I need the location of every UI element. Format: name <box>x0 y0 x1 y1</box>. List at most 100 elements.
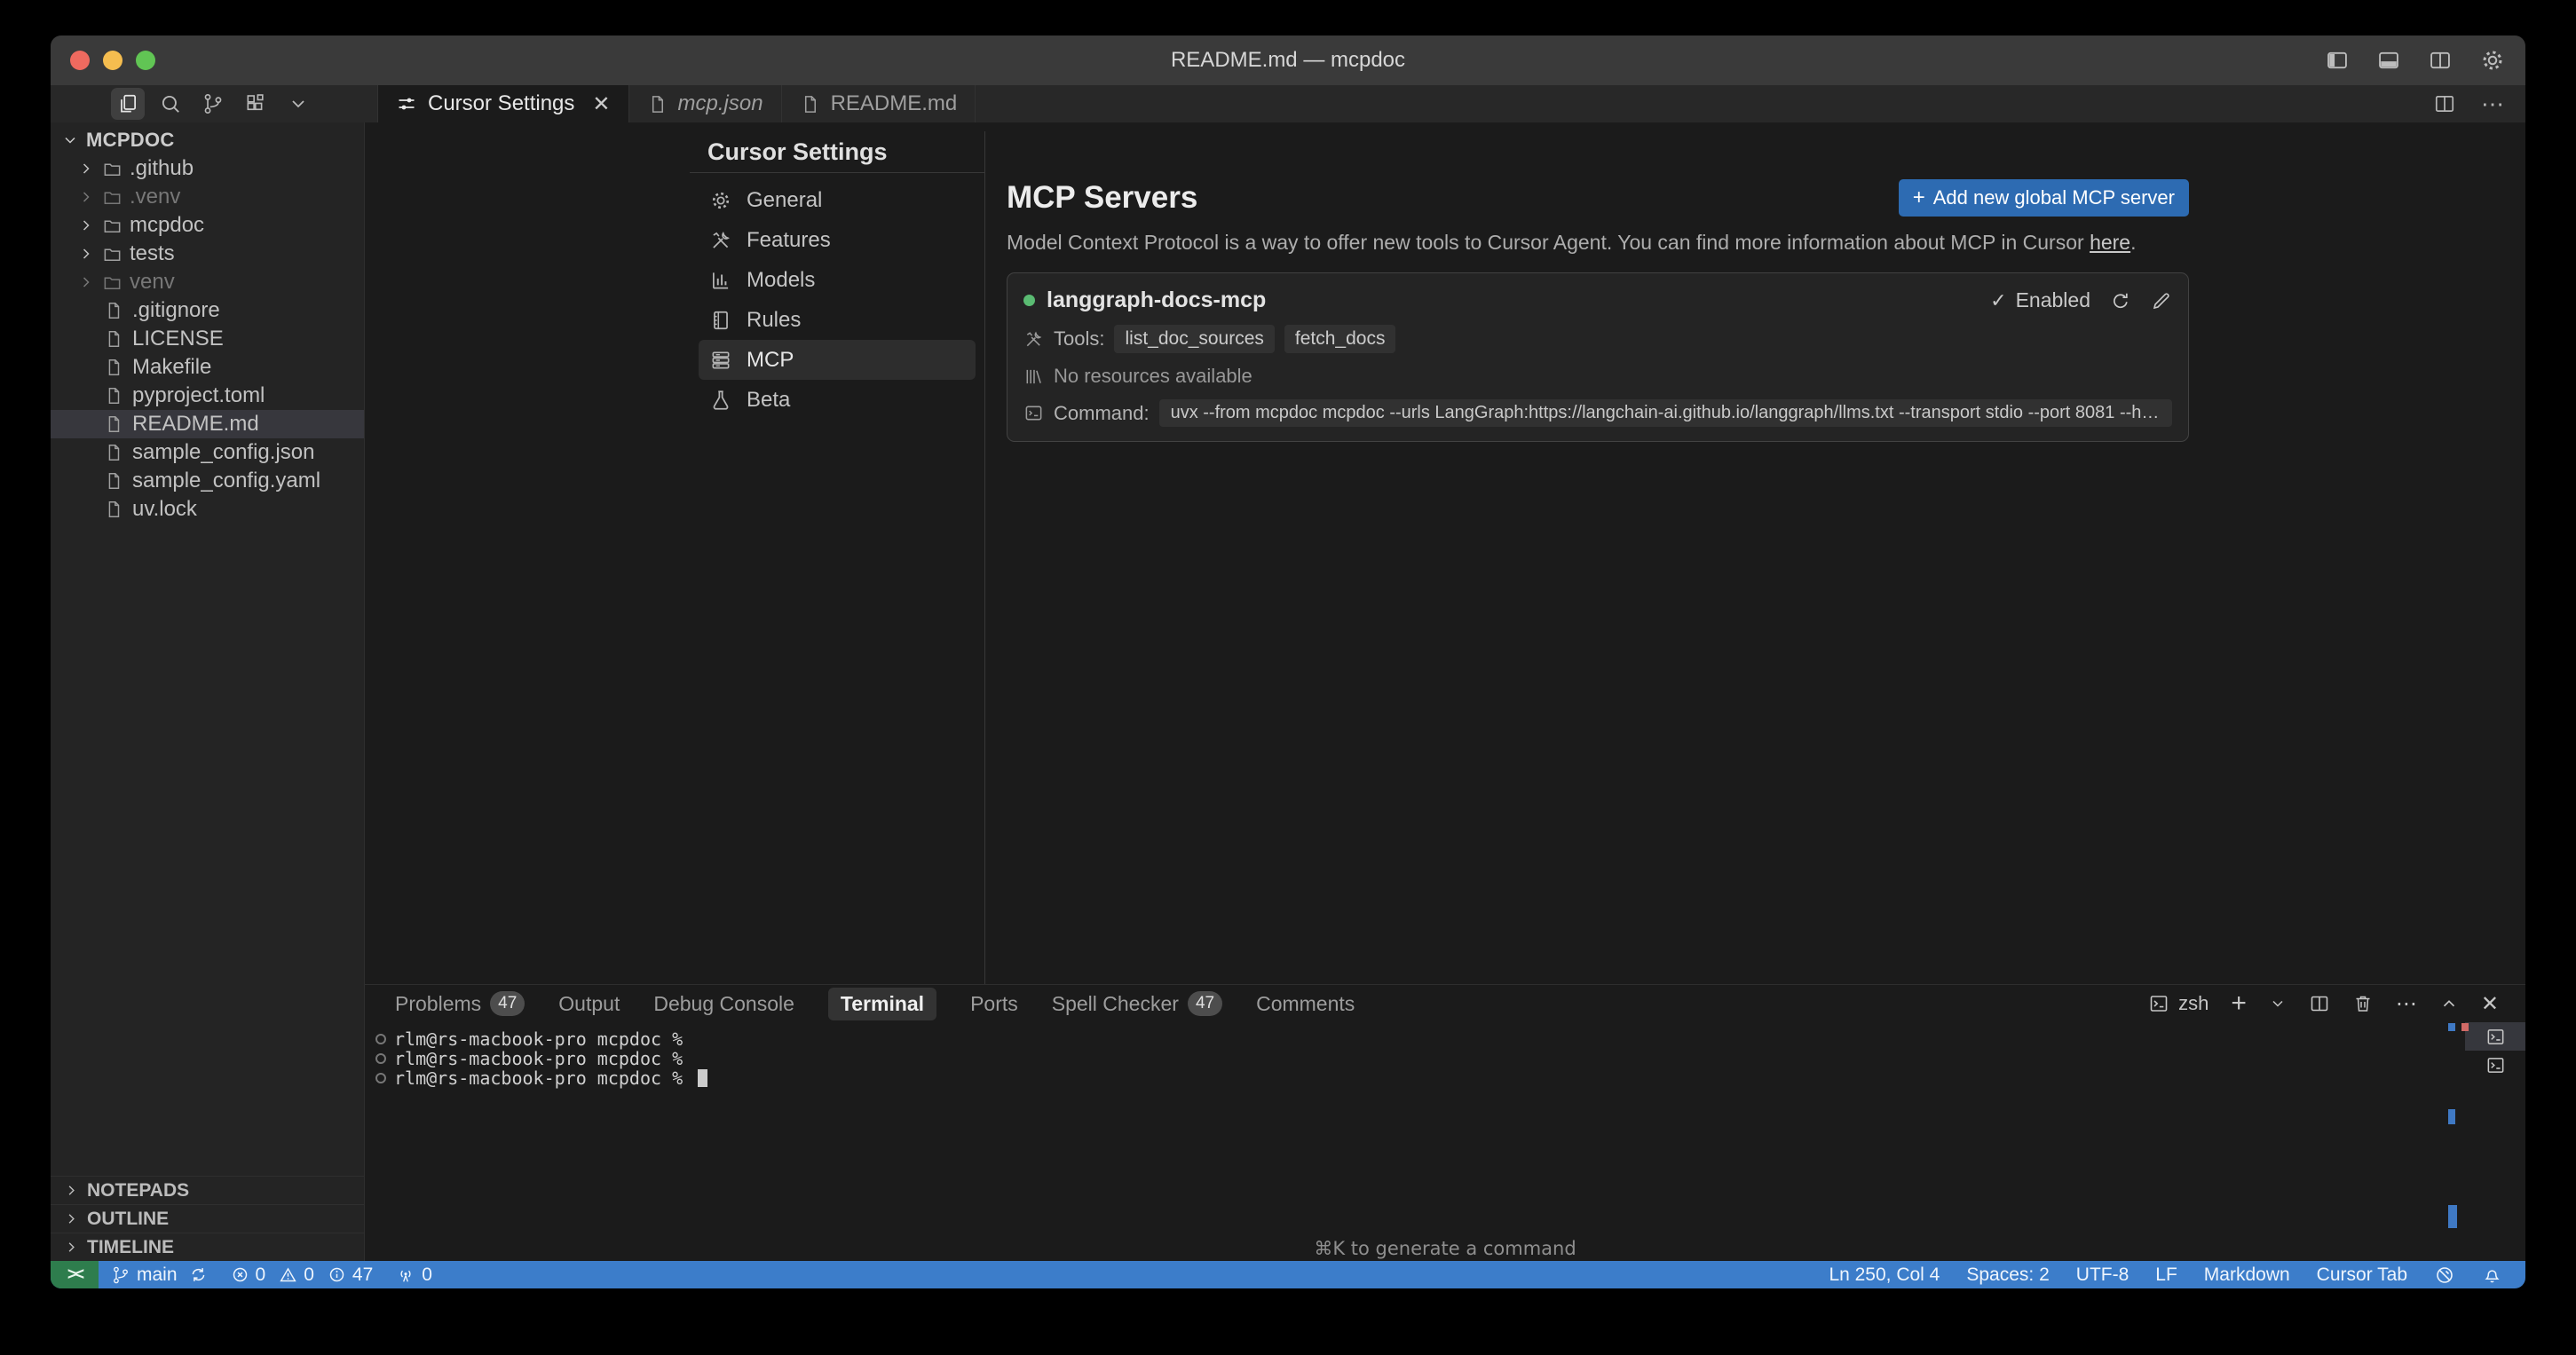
cursor-tab-toggle[interactable]: Cursor Tab <box>2317 1264 2407 1286</box>
overview-ruler-mark <box>2448 1109 2455 1124</box>
chevron-down-icon[interactable] <box>281 88 315 120</box>
panel-tab-debug-console[interactable]: Debug Console <box>653 992 794 1016</box>
chevron-right-icon <box>77 273 95 291</box>
chevron-right-icon <box>77 245 95 263</box>
terminal-instance-list <box>2465 1022 2525 1235</box>
panel-tab-problems[interactable]: Problems47 <box>395 991 525 1016</box>
shell-indicator[interactable]: zsh <box>2148 992 2209 1015</box>
tree-item-mcpdoc[interactable]: mcpdoc <box>51 211 364 240</box>
panel-tab-ports[interactable]: Ports <box>970 992 1018 1016</box>
git-branch-status[interactable]: main <box>111 1264 208 1286</box>
language-mode[interactable]: Markdown <box>2204 1264 2290 1286</box>
settings-nav-rules[interactable]: Rules <box>699 300 976 340</box>
tree-item-sample-config-yaml[interactable]: sample_config.yaml <box>51 467 364 495</box>
close-window-button[interactable] <box>70 51 90 70</box>
tree-item-venv[interactable]: venv <box>51 268 364 296</box>
indentation[interactable]: Spaces: 2 <box>1966 1264 2049 1286</box>
source-control-icon[interactable] <box>196 88 230 120</box>
tab-readme-md[interactable]: README.md <box>782 85 976 122</box>
section-notepads[interactable]: NOTEPADS <box>51 1176 364 1204</box>
panel-tab-comments[interactable]: Comments <box>1256 992 1355 1016</box>
split-terminal-icon[interactable] <box>2309 993 2330 1014</box>
folder-icon <box>102 216 122 236</box>
tree-item-venv-hidden[interactable]: .venv <box>51 183 364 211</box>
file-icon <box>800 94 820 114</box>
warning-icon <box>279 1265 297 1284</box>
server-status-dot <box>1023 295 1035 306</box>
close-panel-icon[interactable]: ✕ <box>2481 991 2499 1017</box>
enabled-label[interactable]: Enabled <box>2016 288 2090 312</box>
tree-item-uv-lock[interactable]: uv.lock <box>51 495 364 524</box>
scrollbar-thumb[interactable] <box>2448 1205 2457 1228</box>
mcp-servers-panel: MCP Servers + Add new global MCP server … <box>1007 131 2189 442</box>
more-actions-icon[interactable]: ⋯ <box>2396 991 2417 1017</box>
tree-item-pyproject[interactable]: pyproject.toml <box>51 382 364 410</box>
folder-icon <box>102 187 122 208</box>
problems-status[interactable]: 0 0 47 <box>231 1264 374 1286</box>
cursor-position[interactable]: Ln 250, Col 4 <box>1829 1264 1940 1286</box>
tree-item-makefile[interactable]: Makefile <box>51 353 364 382</box>
split-editor-icon[interactable] <box>2433 92 2456 115</box>
tree-item-gitignore[interactable]: .gitignore <box>51 296 364 325</box>
command-label: Command: <box>1054 402 1150 425</box>
bell-icon[interactable] <box>2482 1264 2502 1285</box>
toggle-primary-sidebar-icon[interactable] <box>2325 48 2350 73</box>
tree-item-github[interactable]: .github <box>51 154 364 183</box>
settings-nav-general[interactable]: General <box>699 180 976 220</box>
search-icon[interactable] <box>154 88 187 120</box>
tab-cursor-settings[interactable]: Cursor Settings ✕ <box>377 85 629 122</box>
tree-item-readme[interactable]: README.md <box>51 410 364 438</box>
section-outline[interactable]: OUTLINE <box>51 1204 364 1233</box>
explorer-icon[interactable] <box>111 88 145 120</box>
terminal-icon <box>2148 993 2169 1014</box>
more-actions-icon[interactable]: ⋯ <box>2481 91 2504 118</box>
tree-item-license[interactable]: LICENSE <box>51 325 364 353</box>
terminal-instance-item[interactable] <box>2465 1051 2525 1079</box>
prompt-circle-icon <box>375 1034 386 1044</box>
settings-gear-icon[interactable] <box>2479 47 2506 74</box>
settings-nav-models[interactable]: Models <box>699 260 976 300</box>
folder-icon <box>102 244 122 264</box>
chevron-right-icon <box>63 1239 80 1256</box>
extensions-icon[interactable] <box>239 88 273 120</box>
tools-icon <box>709 229 732 252</box>
terminal-output[interactable]: rlm@rs-macbook-pro mcpdoc % rlm@rs-macbo… <box>365 1022 2525 1235</box>
encoding[interactable]: UTF-8 <box>2076 1264 2130 1286</box>
section-timeline[interactable]: TIMELINE <box>51 1233 364 1261</box>
panel-tab-spell-checker[interactable]: Spell Checker47 <box>1052 991 1222 1016</box>
eol-sequence[interactable]: LF <box>2155 1264 2177 1286</box>
kill-terminal-trash-icon[interactable] <box>2352 993 2374 1014</box>
tree-root[interactable]: MCPDOC <box>51 126 364 154</box>
add-mcp-server-button[interactable]: + Add new global MCP server <box>1899 179 2189 217</box>
settings-nav-mcp[interactable]: MCP <box>699 340 976 380</box>
remote-indicator[interactable]: >< <box>51 1261 99 1288</box>
new-terminal-icon[interactable]: + <box>2231 990 2247 1017</box>
refresh-icon[interactable] <box>2110 290 2131 311</box>
resources-library-icon <box>1023 366 1044 387</box>
tab-mcp-json[interactable]: mcp.json <box>629 85 782 122</box>
terminal-instance-item[interactable] <box>2465 1022 2525 1051</box>
here-link[interactable]: here <box>2090 231 2130 254</box>
tree-item-tests[interactable]: tests <box>51 240 364 268</box>
ports-status[interactable]: 0 <box>396 1264 432 1286</box>
folder-icon <box>102 159 122 179</box>
slash-circle-icon[interactable] <box>2434 1264 2455 1286</box>
minimize-window-button[interactable] <box>103 51 122 70</box>
sync-icon <box>189 1265 208 1284</box>
close-tab-icon[interactable]: ✕ <box>592 91 610 117</box>
tree-item-sample-config-json[interactable]: sample_config.json <box>51 438 364 467</box>
settings-nav-beta[interactable]: Beta <box>699 380 976 420</box>
settings-nav-features[interactable]: Features <box>699 220 976 260</box>
chevron-down-icon <box>61 131 79 149</box>
edit-pencil-icon[interactable] <box>2151 290 2172 311</box>
toggle-secondary-sidebar-icon[interactable] <box>2428 48 2453 73</box>
panel-tab-terminal[interactable]: Terminal <box>828 988 936 1020</box>
toggle-panel-icon[interactable] <box>2376 48 2401 73</box>
maximize-panel-chevron-icon[interactable] <box>2439 994 2459 1013</box>
prompt-circle-icon <box>375 1053 386 1064</box>
flask-icon <box>709 389 732 412</box>
zoom-window-button[interactable] <box>136 51 155 70</box>
chevron-down-icon[interactable] <box>2269 995 2287 1012</box>
activity-bar <box>51 85 365 122</box>
panel-tab-output[interactable]: Output <box>558 992 620 1016</box>
